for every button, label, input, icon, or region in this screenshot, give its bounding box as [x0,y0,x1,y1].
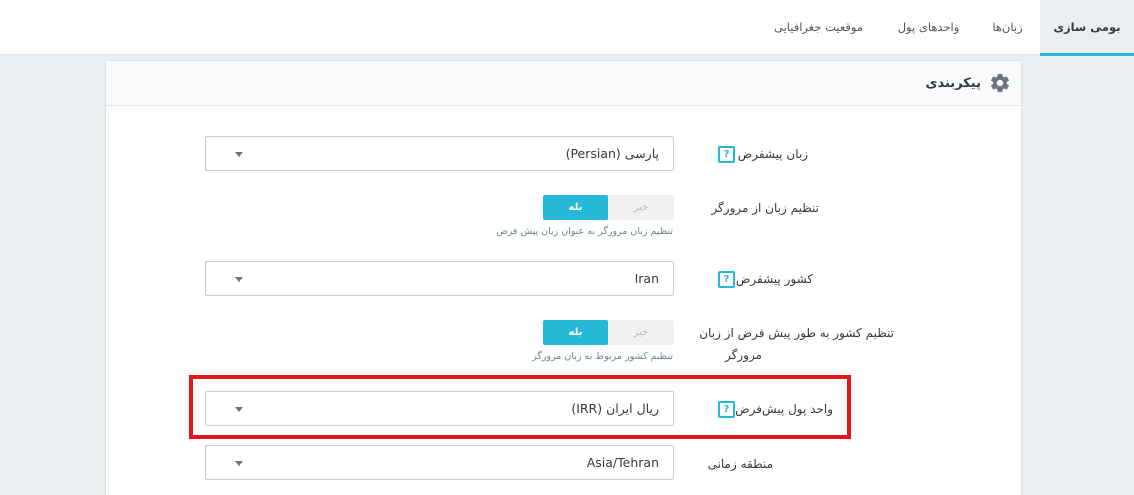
help-icon[interactable]: ? [718,146,735,163]
panel-title: پیکربندی [925,76,981,91]
timezone-label: منطقه زمانی [707,457,773,471]
switch-yes-option[interactable]: بله [543,320,608,345]
browser-country-label-line2: مرورگر [725,348,762,362]
panel-header: پیکربندی [106,61,1021,106]
default-country-label: کشور پیشفرض [735,272,813,286]
default-language-label: زبان پیشفرض [737,147,808,161]
browser-country-switch[interactable]: بله خیر [543,320,674,345]
timezone-value: Asia/Tehran [586,455,659,470]
switch-yes-option[interactable]: بله [543,195,608,220]
tab-localization[interactable]: بومی سازی [1040,0,1134,56]
browser-country-label-line1: تنظیم کشور به طور پیش فرض از زبان [699,326,894,340]
tab-languages[interactable]: زبان‌ها [975,0,1040,55]
gear-icon [991,73,1009,93]
tab-currencies[interactable]: واحدهای پول [882,0,975,55]
browser-country-hint: تنظیم کشور مربوط به زبان مرورگر [532,351,673,362]
browser-language-switch[interactable]: بله خیر [543,195,674,220]
browser-language-hint: تنظیم زبان مرورگر به عنوان زبان پیش فرض [496,226,673,237]
switch-no-option[interactable]: خیر [608,195,674,220]
help-icon[interactable]: ? [718,271,735,288]
highlight-box [189,375,851,439]
tab-geolocation[interactable]: موقعیت جغرافیایی [755,0,882,55]
default-country-value: Iran [634,271,659,286]
switch-no-option[interactable]: خیر [608,320,674,345]
timezone-select[interactable]: Asia/Tehran [205,445,674,480]
default-language-value: (Persian) پارسی [565,146,659,161]
chevron-down-icon [235,277,243,282]
default-language-select[interactable]: (Persian) پارسی [205,136,674,171]
chevron-down-icon [235,152,243,157]
chevron-down-icon [235,461,243,466]
default-country-select[interactable]: Iran [205,261,674,296]
browser-language-label: تنظیم زبان از مرورگر [711,201,819,215]
top-tab-bar: بومی سازی زبان‌ها واحدهای پول موقعیت جغر… [0,0,1134,56]
